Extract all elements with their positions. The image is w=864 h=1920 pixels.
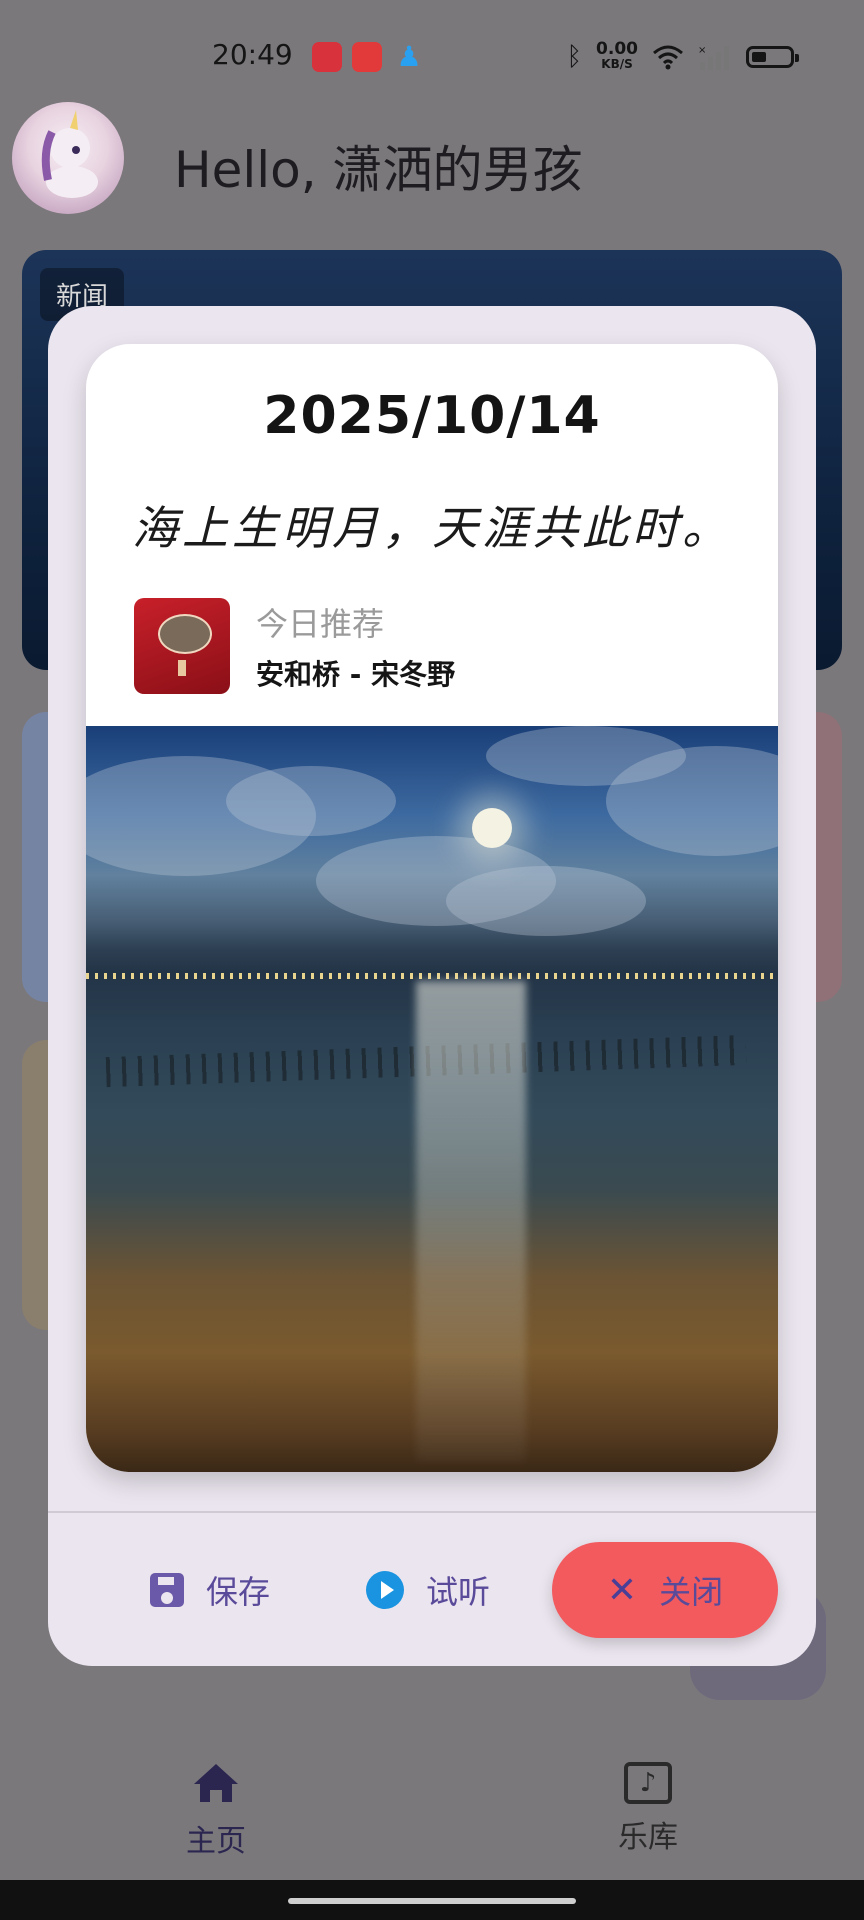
net-speed-value: 0.00	[596, 39, 638, 59]
network-speed: 0.00 KB/S	[596, 39, 638, 72]
close-icon: ✕	[606, 1569, 638, 1611]
dialog-actions: 保存 试听 ✕ 关闭	[48, 1542, 816, 1638]
moonlit-sea-photo	[86, 726, 778, 1472]
home-indicator[interactable]	[288, 1898, 576, 1904]
signal-icon: ×	[698, 45, 729, 70]
status-bar: 20:49 ♟ ᛒ 0.00 KB/S ×	[0, 0, 864, 110]
daily-recommendation-dialog: 2025/10/14 海上生明月，天涯共此时。 今日推荐 安和桥 - 宋冬野 保…	[48, 306, 816, 1666]
close-label: 关闭	[659, 1573, 724, 1611]
listen-button[interactable]: 试听	[366, 1542, 490, 1638]
nav-library-label: 乐库	[618, 1820, 678, 1855]
card-date: 2025/10/14	[263, 386, 601, 446]
bottom-navigation: 主页 ♪ 乐库	[0, 1740, 864, 1880]
net-speed-unit: KB/S	[601, 57, 633, 71]
song-kicker: 今日推荐	[256, 605, 385, 643]
play-icon	[366, 1571, 404, 1609]
app-notification-icon	[352, 42, 382, 72]
save-label: 保存	[206, 1573, 271, 1611]
qq-icon: ♟	[396, 40, 422, 73]
moon	[472, 808, 512, 848]
unicorn-avatar-icon	[41, 110, 98, 198]
app-notification-icon	[312, 42, 342, 72]
avatar[interactable]	[12, 102, 124, 214]
close-button[interactable]: ✕ 关闭	[552, 1542, 778, 1638]
wifi-icon	[653, 45, 683, 70]
svg-text:×: ×	[698, 45, 706, 56]
battery-icon	[746, 46, 799, 68]
nav-library[interactable]: ♪ 乐库	[568, 1762, 728, 1856]
dialog-divider	[48, 1511, 816, 1513]
recommended-song[interactable]: 今日推荐 安和桥 - 宋冬野	[134, 598, 455, 694]
status-time: 20:49	[212, 38, 293, 71]
nav-home[interactable]: 主页	[136, 1762, 296, 1860]
album-cover	[134, 598, 230, 694]
nav-home-label: 主页	[186, 1824, 246, 1859]
gesture-bar	[0, 1880, 864, 1920]
greeting-title: Hello, 潇洒的男孩	[174, 141, 583, 199]
share-card: 2025/10/14 海上生明月，天涯共此时。 今日推荐 安和桥 - 宋冬野	[86, 344, 778, 1472]
home-icon	[194, 1764, 238, 1802]
system-icons: ᛒ 0.00 KB/S ×	[566, 39, 799, 74]
save-button[interactable]: 保存	[150, 1542, 270, 1638]
listen-label: 试听	[426, 1573, 491, 1611]
song-title: 安和桥 - 宋冬野	[256, 658, 456, 691]
music-library-icon: ♪	[624, 1762, 672, 1804]
save-icon	[150, 1573, 184, 1607]
bluetooth-icon: ᛒ	[566, 42, 583, 72]
card-quote: 海上生明月，天涯共此时。	[132, 501, 732, 555]
